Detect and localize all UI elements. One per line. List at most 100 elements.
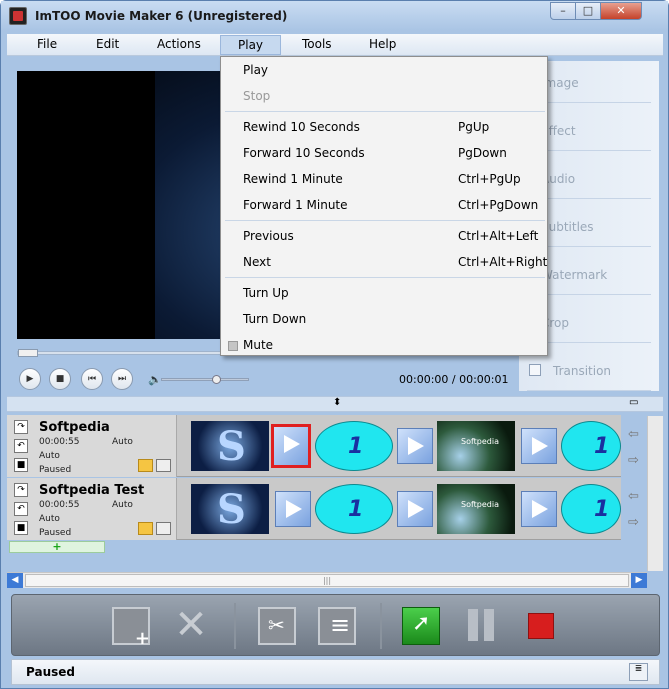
play-menu-dropdown: Play Stop Rewind 10 Seconds PgUp Forward… [220, 56, 548, 356]
menu-play[interactable]: Play [220, 35, 282, 55]
close-button[interactable]: ✕ [600, 2, 642, 20]
vertical-scrollbar[interactable] [647, 416, 663, 571]
seek-thumb[interactable] [18, 349, 38, 357]
move-right-icon[interactable]: ⇨ [628, 453, 639, 468]
menu-separator [225, 111, 545, 112]
transition[interactable] [521, 428, 557, 464]
cut-icon[interactable] [258, 607, 296, 645]
add-clip-icon[interactable] [112, 607, 150, 649]
clip-thumbnail[interactable]: Softpedia [437, 484, 515, 534]
transition[interactable] [521, 491, 557, 527]
add-track-button[interactable]: + [9, 541, 105, 553]
folder-icon[interactable] [138, 459, 153, 472]
move-left-icon[interactable]: ⇦ [628, 489, 639, 504]
track-name: Softpedia [39, 420, 110, 435]
menu-tools[interactable]: Tools [302, 37, 332, 51]
track-status: Paused [39, 465, 72, 475]
previous-button[interactable]: ⏮ [81, 368, 103, 390]
transition[interactable] [397, 428, 433, 464]
app-logo-icon [9, 7, 27, 25]
menu-item-mute[interactable]: Mute [243, 338, 273, 352]
menu-item-turn-down[interactable]: Turn Down [243, 312, 306, 326]
minimize-button[interactable]: – [550, 2, 576, 20]
folder-icon[interactable] [138, 522, 153, 535]
rotate-icon[interactable]: ↷ [14, 483, 28, 497]
layout-toggle-icon[interactable]: ▭ [629, 397, 638, 408]
track-mode: Auto [112, 500, 133, 510]
transition[interactable] [275, 491, 311, 527]
shortcut-previous: Ctrl+Alt+Left [458, 229, 539, 243]
status-bar: Paused ≣ [11, 659, 660, 685]
menu-item-forward-1m[interactable]: Forward 1 Minute [243, 198, 348, 212]
maximize-button[interactable]: □ [575, 2, 601, 20]
menu-item-rewind-10s[interactable]: Rewind 10 Seconds [243, 120, 360, 134]
move-right-icon[interactable]: ⇨ [628, 515, 639, 530]
clip-thumbnail[interactable]: 1 [561, 484, 621, 534]
menu-separator [225, 277, 545, 278]
panel-splitter[interactable]: ⬍ ▭ [7, 396, 663, 412]
move-left-icon[interactable]: ⇦ [628, 427, 639, 442]
menu-file[interactable]: File [37, 37, 57, 51]
menu-item-previous[interactable]: Previous [243, 229, 294, 243]
scroll-thumb[interactable]: ||| [25, 574, 629, 587]
side-item-transition[interactable]: Transition [527, 351, 651, 391]
horizontal-scrollbar[interactable]: ◀ ||| ▶ [7, 572, 647, 588]
rotate-icon[interactable]: ↷ [14, 420, 28, 434]
scroll-left-icon[interactable]: ◀ [7, 573, 23, 588]
edit-icon[interactable] [318, 607, 356, 645]
shortcut-next: Ctrl+Alt+Right [458, 255, 548, 269]
clip-thumbnail[interactable]: Softpedia [437, 421, 515, 471]
transition-checkbox[interactable] [529, 364, 541, 376]
menu-bar: File Edit Actions Play Tools Help [7, 34, 663, 56]
menu-item-rewind-1m[interactable]: Rewind 1 Minute [243, 172, 343, 186]
film-icon[interactable] [156, 459, 171, 472]
stop-small-icon[interactable]: ■ [14, 458, 28, 472]
menu-item-play[interactable]: Play [243, 63, 268, 77]
film-icon[interactable] [156, 522, 171, 535]
menu-item-next[interactable]: Next [243, 255, 271, 269]
stop-small-icon[interactable]: ■ [14, 521, 28, 535]
track-duration: 00:00:55 [39, 500, 80, 510]
clip-thumbnail[interactable]: S [191, 484, 269, 534]
next-button[interactable]: ⏭ [111, 368, 133, 390]
clip-thumbnail[interactable]: 1 [315, 484, 393, 534]
track-info: ↷ ↶ ■ Softpedia 00:00:55 Auto Auto Pause… [7, 415, 177, 477]
transition-selected[interactable] [271, 424, 311, 468]
volume-slider[interactable] [161, 375, 249, 384]
track-name: Softpedia Test [39, 483, 145, 498]
stop-icon[interactable] [528, 613, 554, 639]
undo-icon[interactable]: ↶ [14, 502, 28, 516]
volume-thumb[interactable] [212, 375, 222, 384]
main-toolbar: ✕ [11, 594, 660, 656]
window-title: ImTOO Movie Maker 6 (Unregistered) [35, 9, 288, 23]
menu-item-stop: Stop [243, 89, 271, 103]
track-row[interactable]: ↷ ↶ ■ Softpedia 00:00:55 Auto Auto Pause… [7, 415, 621, 477]
track-row[interactable]: ↷ ↶ ■ Softpedia Test 00:00:55 Auto Auto … [7, 478, 621, 540]
menu-item-forward-10s[interactable]: Forward 10 Seconds [243, 146, 365, 160]
menu-help[interactable]: Help [369, 37, 396, 51]
clip-thumbnail[interactable]: S [191, 421, 269, 471]
start-convert-icon[interactable] [402, 607, 440, 645]
track-audio-mode: Auto [39, 451, 60, 461]
track-status: Paused [39, 528, 72, 538]
clip-thumbnail[interactable]: 1 [561, 421, 621, 471]
track-audio-mode: Auto [39, 514, 60, 524]
splitter-arrow-icon[interactable]: ⬍ [333, 397, 341, 408]
track-info: ↷ ↶ ■ Softpedia Test 00:00:55 Auto Auto … [7, 478, 177, 540]
transition[interactable] [397, 491, 433, 527]
menu-item-turn-up[interactable]: Turn Up [243, 286, 289, 300]
scroll-right-icon[interactable]: ▶ [631, 573, 647, 588]
menu-actions[interactable]: Actions [157, 37, 201, 51]
menu-edit[interactable]: Edit [96, 37, 119, 51]
log-icon[interactable]: ≣ [629, 663, 648, 681]
pause-icon[interactable] [468, 607, 496, 645]
undo-icon[interactable]: ↶ [14, 439, 28, 453]
stop-button[interactable]: ■ [49, 368, 71, 390]
mute-checkbox[interactable] [228, 341, 238, 351]
clip-thumbnail[interactable]: 1 [315, 421, 393, 471]
play-button[interactable]: ▶ [19, 368, 41, 390]
track-duration: 00:00:55 [39, 437, 80, 447]
title-bar: ImTOO Movie Maker 6 (Unregistered) – □ ✕ [1, 1, 668, 31]
delete-icon[interactable]: ✕ [172, 605, 210, 645]
shortcut-rewind-10s: PgUp [458, 120, 490, 134]
